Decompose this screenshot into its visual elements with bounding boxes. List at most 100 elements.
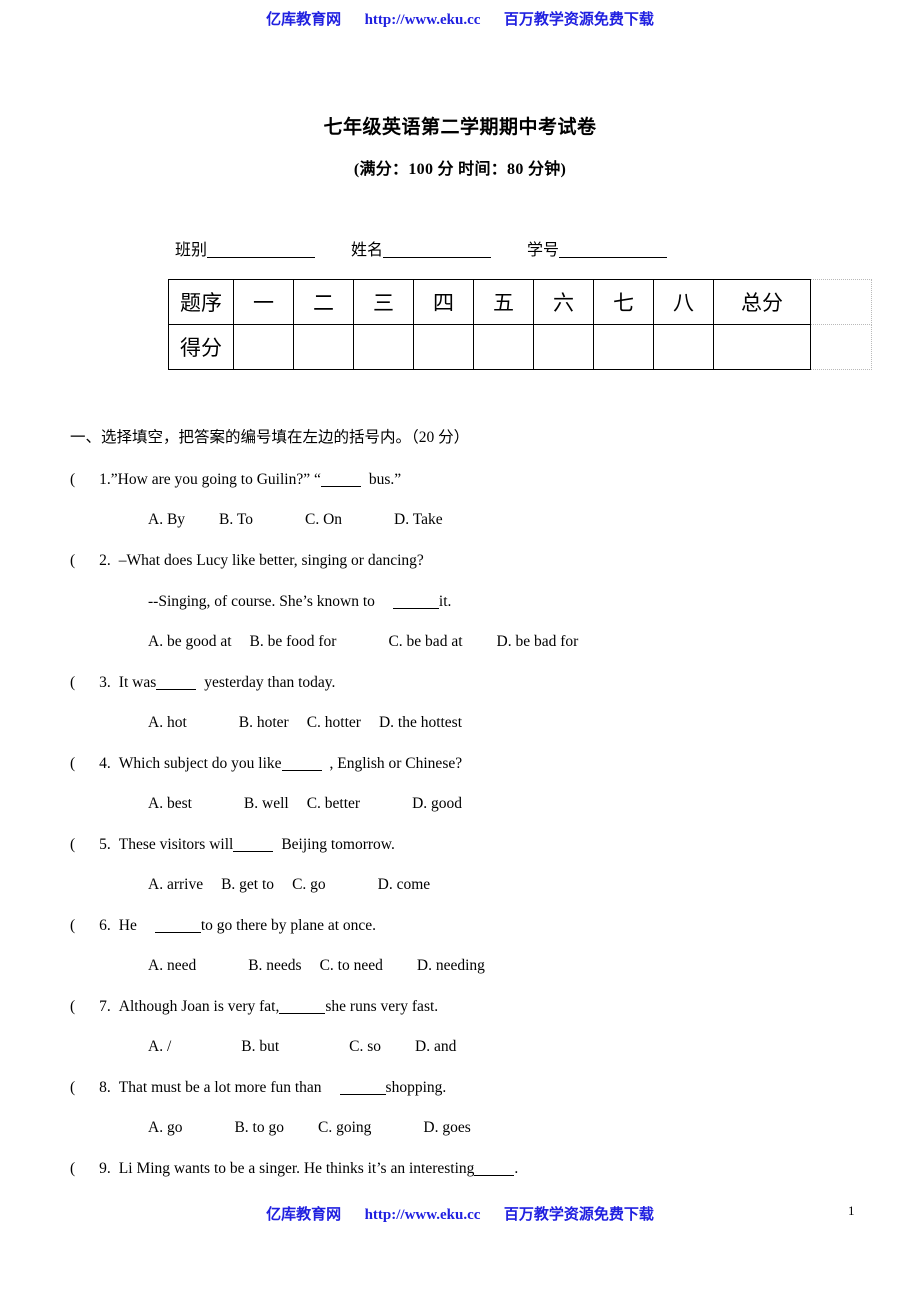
question-5-option-c[interactable]: C. go — [292, 876, 326, 894]
question-2-option-d[interactable]: D. be bad for — [497, 633, 579, 651]
class-field[interactable]: 班别 — [175, 236, 316, 260]
table-row-scores: 得分 — [168, 324, 872, 370]
trailing-cell-top — [810, 279, 872, 325]
question-8-blank[interactable] — [339, 1094, 386, 1095]
name-field[interactable]: 姓名 — [351, 236, 492, 260]
question-6-option-a[interactable]: A. need — [148, 957, 196, 975]
question-2-blank[interactable] — [392, 608, 439, 609]
question-4-option-a[interactable]: A. best — [148, 795, 192, 813]
answer-bracket-6[interactable]: ( — [70, 917, 75, 935]
question-4-option-c[interactable]: C. better — [307, 795, 360, 813]
question-8-option-d[interactable]: D. goes — [423, 1119, 470, 1137]
question-5-option-a[interactable]: A. arrive — [148, 876, 203, 894]
question-5-options: A. arrive B. get to C. go D. come — [148, 876, 430, 894]
question-3-option-c[interactable]: C. hotter — [307, 714, 361, 732]
column-header-3: 三 — [353, 279, 414, 325]
answer-bracket-8[interactable]: ( — [70, 1079, 75, 1097]
name-label: 姓名 — [351, 242, 384, 259]
column-header-7: 七 — [593, 279, 654, 325]
question-5-stem-before: These visitors will — [118, 836, 234, 853]
score-cell-6[interactable] — [533, 324, 594, 370]
question-7-blank[interactable] — [279, 1013, 326, 1014]
question-9-stem: (9. Li Ming wants to be a singer. He thin… — [70, 1160, 518, 1178]
answer-bracket-2[interactable]: ( — [70, 552, 75, 570]
question-4-number: 4. — [99, 755, 111, 772]
question-1-stem-before: ”How are you going to Guilin?” “ — [110, 471, 321, 488]
question-4-blank[interactable] — [281, 770, 322, 771]
page-number: 1 — [848, 1203, 855, 1218]
question-1-blank[interactable] — [320, 486, 361, 487]
question-4-stem-before: Which subject do you like — [118, 755, 282, 772]
question-8-option-a[interactable]: A. go — [148, 1119, 182, 1137]
column-header-5: 五 — [473, 279, 534, 325]
question-2-option-b[interactable]: B. be food for — [250, 633, 337, 651]
answer-bracket-3[interactable]: ( — [70, 674, 75, 692]
question-7-option-d[interactable]: D. and — [415, 1038, 456, 1056]
score-table: 题序 一 二 三 四 五 六 七 八 总分 得分 — [168, 279, 872, 370]
question-1-option-a[interactable]: A. By — [148, 511, 185, 529]
question-3-option-b[interactable]: B. hoter — [239, 714, 289, 732]
question-6-option-c[interactable]: C. to need — [320, 957, 383, 975]
column-header-8: 八 — [653, 279, 714, 325]
question-3-option-d[interactable]: D. the hottest — [379, 714, 462, 732]
student-id-field[interactable]: 学号 — [527, 236, 668, 260]
question-5-stem-after: Beijing tomorrow. — [281, 836, 395, 853]
question-3-options: A. hot B. hoter C. hotter D. the hottest — [148, 714, 462, 732]
question-2-continuation-before: --Singing, of course. She’s known to — [148, 593, 375, 610]
question-5-option-d[interactable]: D. come — [378, 876, 431, 894]
score-cell-8[interactable] — [653, 324, 714, 370]
footer-tagline: 百万教学资源免费下载 — [503, 1207, 654, 1223]
name-blank[interactable] — [383, 257, 492, 258]
question-8-stem: (8. That must be a lot more fun than shopp… — [70, 1079, 446, 1097]
question-8-option-b[interactable]: B. to go — [234, 1119, 284, 1137]
question-6-number: 6. — [99, 917, 111, 934]
score-cell-total[interactable] — [713, 324, 811, 370]
score-cell-3[interactable] — [353, 324, 414, 370]
score-cell-7[interactable] — [593, 324, 654, 370]
class-label: 班别 — [175, 242, 208, 259]
question-4-option-b[interactable]: B. well — [244, 795, 289, 813]
question-3-blank[interactable] — [156, 689, 197, 690]
question-7-option-a[interactable]: A. / — [148, 1038, 171, 1056]
footer-brand: 亿库教育网 — [266, 1207, 342, 1223]
question-6-blank[interactable] — [154, 932, 201, 933]
question-1-option-d[interactable]: D. Take — [394, 511, 443, 529]
question-4-option-d[interactable]: D. good — [412, 795, 462, 813]
question-9-stem-before: Li Ming wants to be a singer. He thinks … — [118, 1160, 475, 1177]
question-7-option-c[interactable]: C. so — [349, 1038, 381, 1056]
student-id-blank[interactable] — [559, 257, 668, 258]
question-1-number: 1. — [99, 471, 111, 488]
question-8-option-c[interactable]: C. going — [318, 1119, 371, 1137]
class-blank[interactable] — [207, 257, 316, 258]
question-2-continuation-after: it. — [438, 593, 452, 610]
question-5-option-b[interactable]: B. get to — [221, 876, 274, 894]
site-header-watermark: 亿库教育网 http://www.eku.cc 百万教学资源免费下载 — [0, 8, 920, 29]
question-6-stem: (6. He to go there by plane at once. — [70, 917, 376, 935]
answer-bracket-4[interactable]: ( — [70, 755, 75, 773]
question-1-option-b[interactable]: B. To — [219, 511, 253, 529]
question-2-number: 2. — [99, 552, 111, 569]
question-6-option-d[interactable]: D. needing — [417, 957, 485, 975]
score-cell-2[interactable] — [293, 324, 354, 370]
question-6-option-b[interactable]: B. needs — [248, 957, 301, 975]
question-5-blank[interactable] — [233, 851, 274, 852]
header-brand: 亿库教育网 — [266, 12, 342, 28]
answer-bracket-9[interactable]: ( — [70, 1160, 75, 1178]
answer-bracket-5[interactable]: ( — [70, 836, 75, 854]
row-label-question-order: 题序 — [168, 279, 234, 325]
question-9-blank[interactable] — [474, 1175, 515, 1176]
question-2-options: A. be good at B. be food for C. be bad at D… — [148, 633, 578, 651]
score-cell-5[interactable] — [473, 324, 534, 370]
question-1-option-c[interactable]: C. On — [305, 511, 342, 529]
score-cell-4[interactable] — [413, 324, 474, 370]
question-2-stem: (2. –What does Lucy like better, singing … — [70, 552, 424, 570]
question-7-option-b[interactable]: B. but — [241, 1038, 279, 1056]
question-3-option-a[interactable]: A. hot — [148, 714, 187, 732]
answer-bracket-7[interactable]: ( — [70, 998, 75, 1016]
answer-bracket-1[interactable]: ( — [70, 471, 75, 489]
question-2-option-c[interactable]: C. be bad at — [388, 633, 462, 651]
question-2-option-a[interactable]: A. be good at — [148, 633, 232, 651]
question-4-stem: (4. Which subject do you like , English or… — [70, 755, 462, 773]
table-row-question-numbers: 题序 一 二 三 四 五 六 七 八 总分 — [168, 279, 872, 325]
score-cell-1[interactable] — [233, 324, 294, 370]
